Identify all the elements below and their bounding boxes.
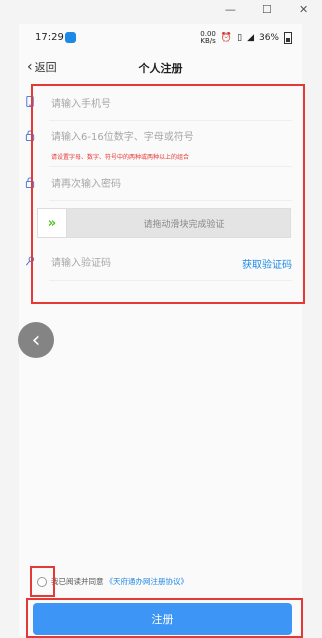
status-time: 17:29: [35, 32, 64, 43]
chevron-left-icon: ‹: [31, 327, 41, 353]
speed-unit: KB/s: [200, 37, 216, 45]
battery-icon: [284, 32, 292, 44]
agreement-checkbox[interactable]: [37, 576, 47, 587]
password-hint: 请设置字母、数字、符号中的两种或两种以上的组合: [51, 154, 190, 161]
alarm-icon: ⏰: [220, 33, 233, 43]
phone-icon: [26, 96, 34, 107]
close-icon[interactable]: ✕: [293, 1, 315, 17]
battery-percent: 36%: [258, 33, 279, 43]
phone-screen: 17:29 0.00 KB/s ⏰ ▯ ◢ 36% ‹ 返回 个人注册 请输入手…: [19, 24, 302, 636]
slider-handle[interactable]: »: [38, 209, 67, 237]
nav-bar: ‹ 返回 个人注册: [19, 56, 302, 78]
verification-code-input[interactable]: [49, 254, 223, 272]
agreement-row: 我已阅读并同意 《天府通办网注册协议》: [37, 576, 188, 587]
phone-input[interactable]: [49, 95, 273, 113]
window-controls: — ☐ ✕: [212, 0, 322, 18]
app-notification-icon: [65, 32, 76, 43]
key-icon: [25, 256, 35, 266]
slider-text: 请拖动滑块完成验证: [143, 220, 225, 230]
page-title: 个人注册: [138, 62, 183, 75]
register-button[interactable]: 注册: [33, 603, 292, 635]
floating-back-button[interactable]: ‹: [18, 322, 54, 358]
agreement-text: 我已阅读并同意: [51, 577, 104, 586]
divider: [49, 166, 292, 167]
maximize-icon[interactable]: ☐: [256, 1, 278, 17]
status-bar: 17:29 0.00 KB/s ⏰ ▯ ◢ 36%: [19, 24, 302, 52]
get-code-button[interactable]: 获取验证码: [242, 256, 292, 271]
lock-icon: [25, 177, 35, 188]
password-input[interactable]: [49, 128, 273, 146]
agreement-link[interactable]: 《天府通办网注册协议》: [106, 576, 189, 587]
slider-captcha[interactable]: » 请拖动滑块完成验证: [37, 208, 291, 238]
divider: [49, 120, 292, 121]
divider: [49, 280, 292, 281]
minimize-icon[interactable]: —: [219, 1, 241, 17]
divider: [49, 200, 292, 201]
vibrate-icon: ▯: [237, 33, 243, 43]
confirm-password-input[interactable]: [49, 175, 273, 193]
double-chevron-right-icon: »: [47, 215, 57, 231]
status-icons: 0.00 KB/s ⏰ ▯ ◢ 36%: [200, 31, 292, 45]
network-speed: 0.00 KB/s: [200, 31, 216, 45]
signal-icon: ◢: [247, 33, 254, 43]
lock-icon: [25, 130, 35, 141]
